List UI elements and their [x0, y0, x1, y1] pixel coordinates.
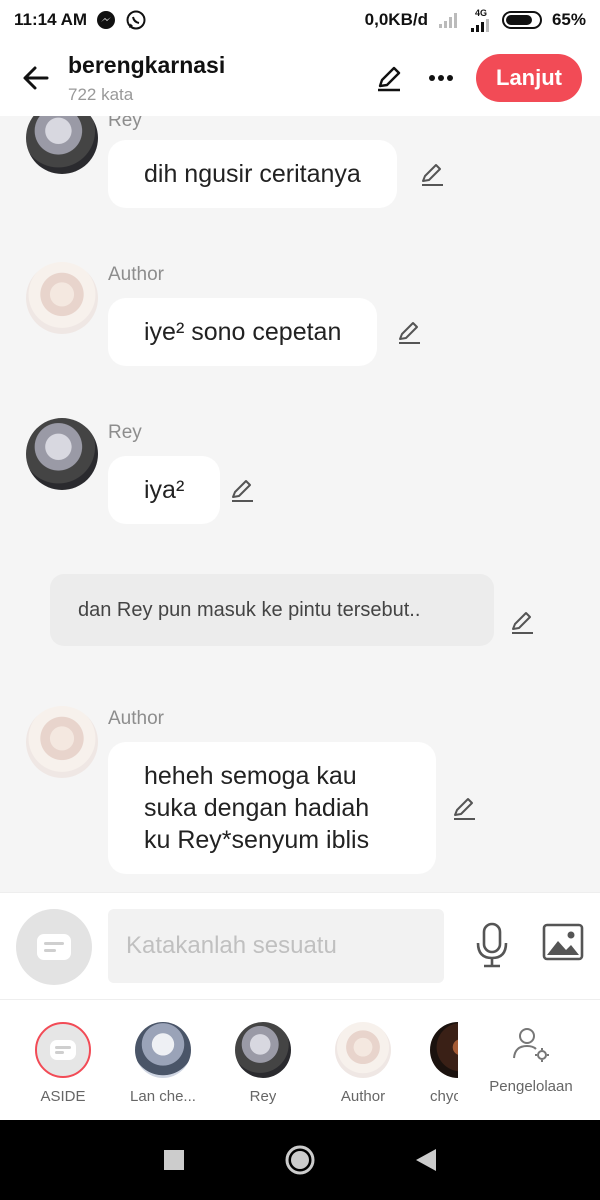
pencil-icon [378, 66, 401, 92]
whatsapp-icon [125, 9, 147, 31]
character-avatar [135, 1022, 191, 1078]
edit-title-button[interactable] [372, 61, 406, 95]
aside-narration[interactable]: dan Rey pun masuk ke pintu tersebut.. [50, 574, 494, 646]
character-lan[interactable]: Lan che... [118, 1022, 208, 1105]
triangle-back-icon [416, 1149, 436, 1171]
arrow-left-icon [23, 66, 49, 90]
aside-message-icon [37, 934, 71, 960]
system-nav-bar [0, 1120, 600, 1200]
aside-message-icon [50, 1040, 76, 1060]
battery-icon [501, 11, 542, 29]
story-title: berengkarnasi [68, 51, 226, 78]
manage-characters-button[interactable]: Pengelolaan [484, 1024, 578, 1095]
voice-input-button[interactable] [470, 917, 514, 973]
chat-area[interactable]: Rey dih ngusir ceritanya Author iye² son… [0, 116, 600, 892]
speaker-name: Rey [108, 422, 142, 443]
pencil-icon [399, 322, 420, 344]
edit-message-button[interactable] [228, 476, 256, 504]
signal-icon [438, 11, 460, 29]
message-input[interactable] [108, 909, 444, 983]
pencil-icon [454, 798, 475, 820]
speaker-name: Rey [108, 116, 142, 131]
edit-message-button[interactable] [508, 608, 536, 636]
edit-message-button[interactable] [450, 794, 478, 822]
recent-apps-button[interactable] [156, 1142, 192, 1178]
more-dots-icon [429, 75, 453, 81]
avatar-rey[interactable] [26, 116, 98, 174]
user-settings-icon [513, 1028, 549, 1062]
edit-message-button[interactable] [418, 160, 446, 188]
avatar-author[interactable] [26, 262, 98, 334]
character-name: chyo [430, 1088, 458, 1105]
home-circle-icon [285, 1145, 315, 1175]
network-speed: 0,0KB/d [364, 10, 428, 29]
aside-toggle-button[interactable] [16, 909, 92, 985]
pencil-icon [422, 164, 443, 186]
message-bubble[interactable]: iye² sono cepetan [108, 298, 378, 366]
message-bubble[interactable]: dih ngusir ceritanya [108, 140, 397, 208]
app-header: berengkarnasi 722 kata Lanjut [0, 40, 600, 116]
character-author[interactable]: Author [318, 1022, 408, 1105]
composer-bar [0, 892, 600, 1000]
character-avatar [335, 1022, 391, 1078]
character-avatar [235, 1022, 291, 1078]
speaker-name: Author [108, 708, 164, 729]
avatar-author[interactable] [26, 706, 98, 778]
pencil-icon [232, 480, 253, 502]
image-icon [542, 923, 584, 961]
message-bubble[interactable]: heheh semoga kau suka dengan hadiah ku R… [108, 742, 436, 874]
speaker-name: Author [108, 264, 164, 285]
battery-percent: 65% [551, 10, 586, 29]
microphone-icon [476, 922, 508, 968]
character-avatar [430, 1022, 458, 1078]
character-name: Lan che... [130, 1088, 196, 1105]
character-name: ASIDE [40, 1088, 86, 1105]
character-aside[interactable]: ASIDE [18, 1022, 108, 1105]
messenger-icon [95, 9, 117, 31]
square-icon [164, 1150, 184, 1170]
character-rey[interactable]: Rey [218, 1022, 308, 1105]
status-time: 11:14 AM [14, 10, 88, 29]
image-upload-button[interactable] [540, 919, 586, 965]
message-bubble[interactable]: iya² [108, 456, 221, 524]
character-name: Rey [249, 1088, 277, 1105]
word-count: 722 kata [68, 84, 134, 104]
character-chyo[interactable]: chyo [418, 1022, 458, 1105]
home-button[interactable] [282, 1142, 318, 1178]
back-nav-button[interactable] [408, 1142, 444, 1178]
next-button[interactable]: Lanjut [476, 54, 582, 102]
character-bar: ASIDE Lan che... Rey Author chyo Pengelo… [0, 1000, 600, 1120]
edit-message-button[interactable] [395, 318, 423, 346]
network-type: 4G [470, 8, 492, 32]
character-name: Author [340, 1088, 386, 1105]
aside-avatar [35, 1022, 91, 1078]
pencil-icon [512, 612, 533, 634]
avatar-rey[interactable] [26, 418, 98, 490]
status-bar: 11:14 AM 0,0KB/d 4G 65% [0, 0, 600, 40]
manage-label: Pengelolaan [489, 1078, 573, 1095]
more-menu-button[interactable] [424, 61, 458, 95]
back-button[interactable] [18, 60, 54, 96]
